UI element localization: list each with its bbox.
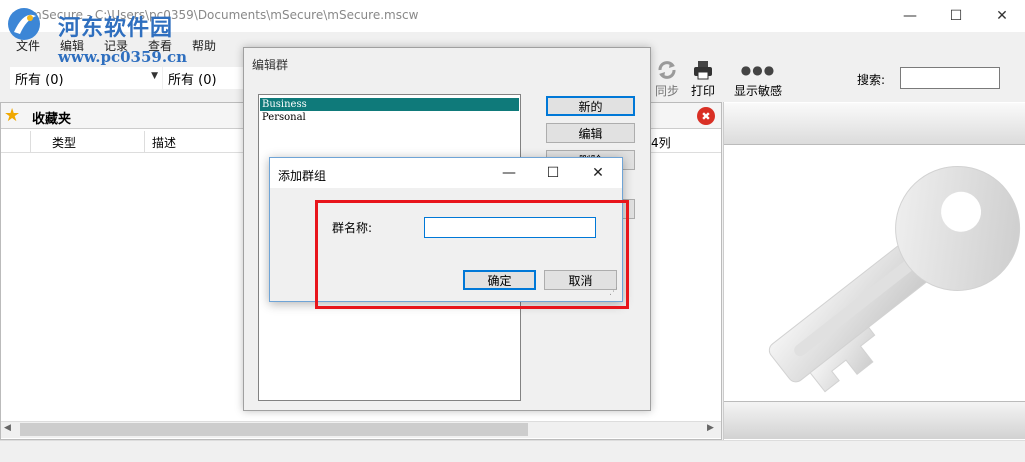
watermark-name: 河东软件园 [58,15,174,41]
column-divider [30,131,31,153]
column-description[interactable]: 描述 [152,134,176,151]
minimize-icon: — [502,165,516,181]
dialog-minimize-button[interactable]: — [488,158,530,188]
close-icon: ✕ [996,8,1008,24]
watermark-logo-icon [8,8,40,40]
key-icon [768,165,1021,393]
close-icon: ✕ [592,165,604,181]
edit-group-button[interactable]: 编辑 [546,123,635,143]
star-icon: ★ [4,105,21,126]
printer-icon [677,58,729,82]
maximize-icon: ☐ [546,165,560,181]
print-label: 打印 [690,84,715,98]
more-dots-icon: ●●● [740,63,776,77]
group-combo[interactable]: 所有 (0) [163,67,243,89]
show-sensitive-button[interactable]: ●●● 显示敏感 [731,58,785,99]
detail-footer [724,401,1025,439]
search-input[interactable] [900,67,1000,89]
new-group-button[interactable]: 新的 [546,96,635,116]
status-bar [0,440,1025,462]
maximize-button[interactable]: ☐ [933,0,979,32]
highlight-annotation [315,200,629,309]
category-combo[interactable]: 所有 (0) ▼ [10,67,162,89]
detail-header [724,103,1025,145]
dialog-maximize-button[interactable]: ☐ [532,158,574,188]
favorites-title: 收藏夹 [32,112,72,127]
print-button[interactable]: 打印 [677,58,729,99]
dialog-close-button[interactable]: ✕ [577,158,619,188]
close-button[interactable]: ✕ [979,0,1025,32]
show-sensitive-label: 显示敏感 [733,84,782,98]
group-item-personal[interactable]: Personal [260,111,519,124]
add-group-dialog-title: 添加群组 [278,169,327,183]
column-type[interactable]: 类型 [52,134,76,151]
scroll-left-icon[interactable]: ◀ [4,423,11,433]
search-label: 搜索: [857,73,886,87]
menu-help[interactable]: 帮助 [192,37,216,54]
minimize-button[interactable]: — [887,0,933,32]
close-icon: ✖ [701,109,711,123]
category-combo-value: 所有 (0) [15,72,64,88]
group-item-business[interactable]: Business [260,98,519,111]
column-4[interactable]: 4列 [651,134,671,151]
column-divider [144,131,145,153]
maximize-icon: ☐ [949,8,963,24]
scroll-right-icon[interactable]: ▶ [707,423,714,433]
scrollbar-thumb[interactable] [20,423,528,436]
minimize-icon: — [903,8,917,24]
group-combo-value: 所有 (0) [168,72,217,88]
edit-group-dialog-title: 编辑群 [252,58,289,72]
chevron-down-icon: ▼ [151,71,158,81]
close-favorites-button[interactable]: ✖ [697,107,715,125]
